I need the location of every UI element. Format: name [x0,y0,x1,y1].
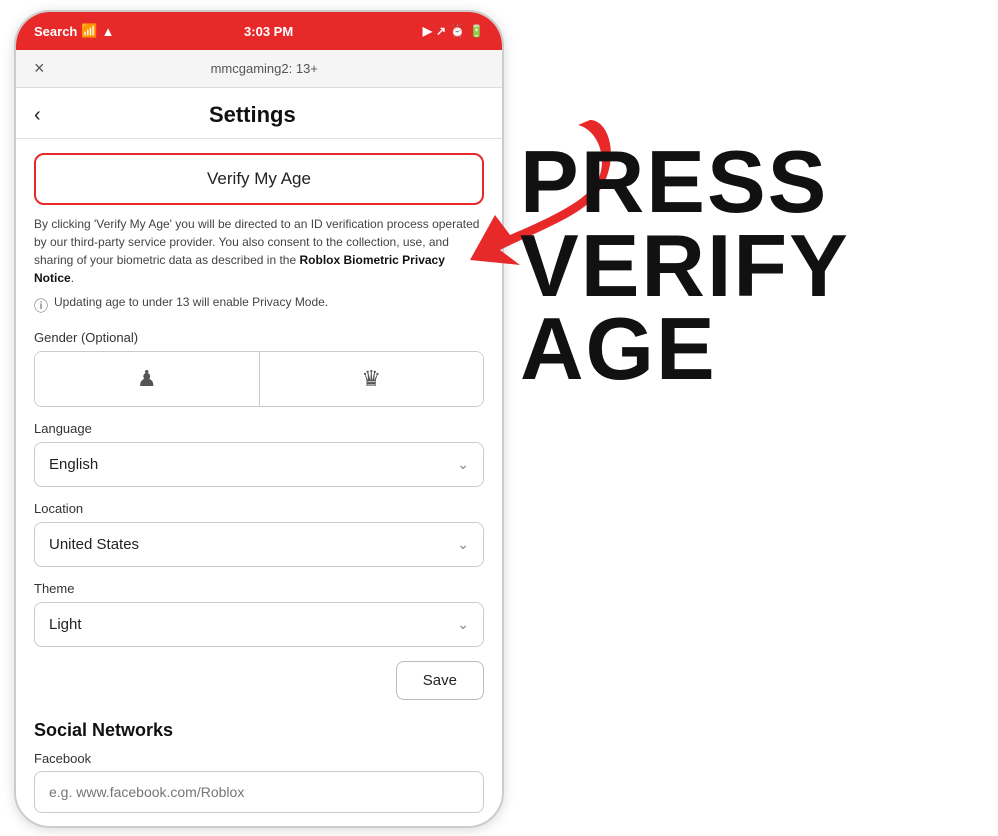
signal-icon: 📶 [81,23,97,39]
save-button[interactable]: Save [396,661,484,700]
language-value: English [49,456,98,473]
browser-bar: × mmcgaming2: 13+ [16,50,502,88]
settings-header: ‹ Settings [16,88,502,139]
facebook-label: Facebook [34,751,484,766]
location-icon: ▶ [423,24,432,38]
female-icon: ♛ [361,366,381,392]
press-verify-text: PRESS VERIFY AGE [520,140,850,391]
location-dropdown[interactable]: United States ⌄ [34,522,484,567]
press-line1: PRESS [520,140,850,224]
save-row: Save [34,661,484,700]
phone-frame: Search 📶 ▲ 3:03 PM ▶ ↗ ⏰ 🔋 × mmcgaming2:… [14,10,504,828]
gender-male-option[interactable]: ♟ [35,352,260,406]
facebook-input[interactable] [34,771,484,813]
gender-row: ♟ ♛ [34,351,484,407]
theme-value: Light [49,616,82,633]
close-button[interactable]: × [34,58,45,79]
share-icon: ↗ [436,24,446,38]
status-left: Search 📶 ▲ [34,23,114,39]
theme-dropdown[interactable]: Light ⌄ [34,602,484,647]
language-dropdown[interactable]: English ⌄ [34,442,484,487]
settings-title: Settings [51,102,454,128]
gender-female-option[interactable]: ♛ [260,352,484,406]
right-side-content: PRESS VERIFY AGE [520,80,990,780]
wifi-icon: ▲ [102,24,115,39]
verify-age-button[interactable]: Verify My Age [34,153,484,205]
carrier-label: Search [34,24,77,39]
press-line3: AGE [520,307,850,391]
privacy-note-text: Updating age to under 13 will enable Pri… [54,295,328,309]
language-chevron-icon: ⌄ [457,456,469,473]
status-bar: Search 📶 ▲ 3:03 PM ▶ ↗ ⏰ 🔋 [16,12,502,50]
settings-body: Verify My Age By clicking 'Verify My Age… [16,139,502,827]
social-networks-title: Social Networks [34,720,484,741]
info-icon: ⓘ [34,296,48,316]
language-label: Language [34,421,484,436]
battery-icon: 🔋 [469,24,484,38]
consent-text: By clicking 'Verify My Age' you will be … [34,215,484,287]
press-line2: VERIFY [520,224,850,308]
privacy-note: ⓘ Updating age to under 13 will enable P… [34,295,484,316]
alarm-icon: ⏰ [450,24,465,38]
settings-content: ‹ Settings Verify My Age By clicking 'Ve… [16,88,502,828]
status-time: 3:03 PM [244,24,293,39]
location-label: Location [34,501,484,516]
location-chevron-icon: ⌄ [457,536,469,553]
status-right: ▶ ↗ ⏰ 🔋 [423,24,484,38]
back-button[interactable]: ‹ [34,104,41,127]
male-icon: ♟ [137,366,157,392]
url-label: mmcgaming2: 13+ [211,61,318,76]
gender-label: Gender (Optional) [34,330,484,345]
theme-label: Theme [34,581,484,596]
location-value: United States [49,536,139,553]
theme-chevron-icon: ⌄ [457,616,469,633]
